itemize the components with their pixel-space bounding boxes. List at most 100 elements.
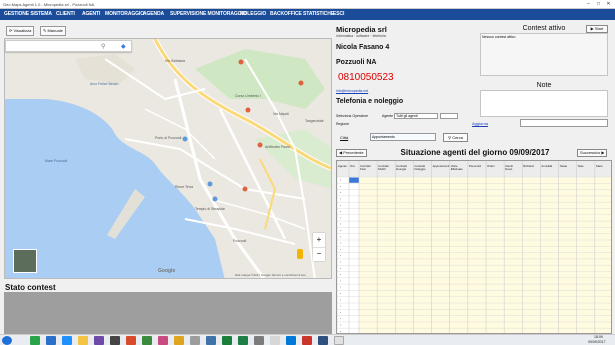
map-label-8: Tempio di Serapide <box>195 207 225 211</box>
start-label: Start <box>594 26 604 31</box>
company-email[interactable]: info@micropedia.net <box>336 89 368 93</box>
next-day-button[interactable]: Successivo ▶ <box>577 149 608 157</box>
monitor-icon[interactable] <box>318 336 328 345</box>
menu-item-supervisione-monitoraggio[interactable]: SUPERVISIONE MONITORAGGIO <box>170 11 247 19</box>
visualizza-button[interactable]: ⟳ Visualizza <box>6 26 35 36</box>
svg-text:*: * <box>340 267 342 271</box>
agent-extra-select[interactable] <box>440 113 458 119</box>
agenti-grid[interactable]: **************************AgenteOraContr… <box>336 160 612 334</box>
column-header[interactable]: Note <box>578 164 584 168</box>
stato-contest-panel <box>4 292 332 334</box>
menu-item-gestione-sistema[interactable]: GESTIONE SISTEMA <box>4 11 52 19</box>
manuale-label: Manuale <box>47 28 63 33</box>
menu-item-clienti[interactable]: CLIENTI <box>56 11 75 19</box>
ie-icon[interactable] <box>46 336 56 345</box>
map-search-box[interactable]: ⚲ ◆ <box>5 40 132 52</box>
map-label-10: Tangenziale <box>305 119 324 123</box>
aggiorna-input[interactable] <box>520 119 608 127</box>
column-header[interactable]: Contratti Energia <box>396 164 407 171</box>
manuale-button[interactable]: ✎ Manuale <box>40 26 66 36</box>
window-titlebar: Geo Maps Agenti 1.0 - Micropedia srl - P… <box>0 0 615 9</box>
column-header[interactable]: Clienti Nuovi <box>505 164 513 171</box>
company-address: Nicola Fasano 4 <box>336 44 390 51</box>
column-header[interactable]: Ordini <box>487 164 495 168</box>
map-view[interactable]: Arco Felice Beach Via Solfatara Porto di… <box>4 38 332 279</box>
column-header[interactable]: Agente <box>338 164 347 168</box>
clock-time: 18:09 <box>594 335 603 339</box>
svg-text:*: * <box>340 254 342 258</box>
svg-text:*: * <box>340 216 342 220</box>
column-header[interactable]: Appuntamenti <box>433 164 451 168</box>
active-app-icon[interactable] <box>334 336 344 345</box>
start-icon[interactable] <box>2 336 12 345</box>
column-header[interactable]: Totale <box>560 164 568 168</box>
minimize-button[interactable]: – <box>584 1 593 8</box>
previous-day-button[interactable]: ◀ Precedente <box>336 149 367 157</box>
main-menu-bar: GESTIONE SISTEMA CLIENTI AGENTI MONITORAGGI… <box>0 9 615 20</box>
visual-studio-icon[interactable] <box>94 336 104 345</box>
svg-text:*: * <box>340 185 342 189</box>
ftp-icon[interactable] <box>174 336 184 345</box>
search-icon[interactable]: ⚲ <box>101 43 105 50</box>
contest-text: Nessun contest attivo <box>482 35 516 39</box>
folder-icon[interactable] <box>78 336 88 345</box>
zoom-out-button[interactable]: − <box>313 247 325 261</box>
agenti-grid-canvas: **************************AgenteOraContr… <box>337 161 611 333</box>
settings-icon[interactable] <box>254 336 264 345</box>
directions-icon[interactable]: ◆ <box>121 43 126 50</box>
app-icon[interactable] <box>190 336 200 345</box>
menu-item-backoffice[interactable]: BACKOFFICE <box>270 11 302 19</box>
company-name: Micropedia srl <box>336 25 387 34</box>
taskbar: 18:09 09/09/2017 <box>0 334 615 345</box>
column-header[interactable]: Ora <box>350 164 355 168</box>
network-icon[interactable] <box>270 336 280 345</box>
dreamweaver-icon[interactable] <box>222 336 232 345</box>
column-header[interactable]: Stato <box>596 164 603 168</box>
svg-text:*: * <box>340 198 342 202</box>
menu-item-monitoraggio[interactable]: MONITORAGGIO <box>105 11 144 19</box>
pegman-icon[interactable] <box>297 249 303 259</box>
office-icon[interactable] <box>126 336 136 345</box>
word-icon[interactable] <box>206 336 216 345</box>
chrome-icon[interactable] <box>30 336 40 345</box>
pdf-icon[interactable] <box>302 336 312 345</box>
skype-icon[interactable] <box>62 336 72 345</box>
menu-item-agenti[interactable]: AGENTI <box>82 11 100 19</box>
menu-item-statistiche[interactable]: STATISTICHE <box>303 11 334 19</box>
search-button[interactable]: ⚲ Cerca <box>443 133 468 142</box>
paint-icon[interactable] <box>158 336 168 345</box>
excel-icon[interactable] <box>238 336 248 345</box>
aggiorna-link[interactable]: Aggiorna <box>472 121 488 126</box>
menu-item-esci[interactable]: ESCI <box>333 11 344 19</box>
outlook-icon[interactable] <box>286 336 296 345</box>
google-logo: Google <box>158 268 176 274</box>
terminal-icon[interactable] <box>110 336 120 345</box>
notepad-icon[interactable] <box>142 336 152 345</box>
svg-text:*: * <box>340 273 342 277</box>
map-label-9: Pozzuoli <box>233 239 247 243</box>
map-footer: Dati mappa ©2017 Google Termini e condiz… <box>235 273 306 277</box>
operator-label: Seleziona Operatore <box>336 114 369 118</box>
agent-select[interactable] <box>394 113 438 119</box>
column-header[interactable]: Annullati <box>541 164 552 168</box>
svg-text:*: * <box>340 191 342 195</box>
menu-item-agenda[interactable]: AGENDA <box>143 11 164 19</box>
svg-text:*: * <box>340 210 342 214</box>
close-button[interactable]: ✕ <box>604 1 613 8</box>
satellite-toggle[interactable] <box>13 249 37 273</box>
menu-item-noleggio[interactable]: NOLEGGIO <box>240 11 266 19</box>
column-header[interactable]: Contratti Noleggio <box>414 164 425 171</box>
start-contest-button[interactable]: ▶ Start <box>586 25 608 33</box>
search-button-label: Cerca <box>452 135 463 140</box>
column-header[interactable]: Preventivi <box>469 164 482 168</box>
zoom-in-button[interactable]: + <box>313 233 325 247</box>
column-header[interactable]: Richiami <box>523 164 534 168</box>
city-input[interactable] <box>370 133 436 141</box>
zoom-control: + − <box>313 233 325 261</box>
note-textarea[interactable] <box>480 90 608 117</box>
svg-text:*: * <box>340 305 342 309</box>
svg-text:*: * <box>340 279 342 283</box>
contest-attivo-box: Nessun contest attivo <box>480 33 608 76</box>
maximize-button[interactable]: □ <box>594 1 603 8</box>
window-title: Geo Maps Agenti 1.0 - Micropedia srl - P… <box>3 2 95 7</box>
